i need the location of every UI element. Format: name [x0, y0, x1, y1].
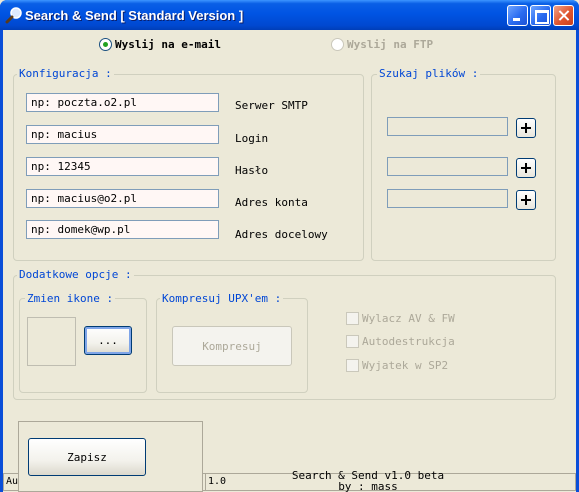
search-path-3-input[interactable]: [387, 189, 508, 208]
client-area: Wyslij na e-mail Wyslij na FTP Konfigura…: [3, 30, 576, 492]
magnifier-icon: [5, 6, 23, 24]
browse-icon-button[interactable]: ...: [84, 326, 132, 355]
option-disable-av[interactable]: Wylacz AV & FW: [346, 312, 455, 325]
radio-email-label: Wyslij na e-mail: [115, 38, 221, 51]
icon-group-title: Zmien ikone :: [25, 292, 116, 305]
extra-options-title: Dodatkowe opcje :: [17, 268, 134, 281]
search-path-2-input[interactable]: [387, 157, 508, 176]
radio-ftp-label: Wyslij na FTP: [347, 38, 434, 51]
maximize-button[interactable]: [530, 5, 551, 26]
option-disable-av-checkbox[interactable]: [346, 312, 359, 325]
window-title: Search & Send [ Standard Version ]: [25, 8, 244, 23]
app-window: Search & Send [ Standard Version ] Wysli…: [0, 0, 579, 492]
target-address-input[interactable]: np: domek@wp.pl: [26, 220, 219, 239]
minimize-button[interactable]: [507, 5, 528, 26]
radio-email-indicator[interactable]: [99, 38, 112, 51]
icon-preview: [27, 317, 76, 366]
footer-author: by : mass: [338, 480, 398, 492]
search-files-title: Szukaj plików :: [377, 67, 481, 80]
radio-ftp-indicator[interactable]: [331, 38, 344, 51]
password-input[interactable]: np: 12345: [26, 157, 219, 176]
smtp-server-label: Serwer SMTP: [235, 99, 308, 112]
account-address-input[interactable]: np: macius@o2.pl: [26, 189, 219, 208]
radio-email[interactable]: Wyslij na e-mail: [99, 38, 221, 51]
option-sp2-exception[interactable]: Wyjatek w SP2: [346, 359, 448, 372]
option-sp2-exception-label: Wyjatek w SP2: [362, 359, 449, 372]
password-label: Hasło: [235, 164, 269, 177]
close-button[interactable]: [553, 5, 574, 26]
upx-group-title: Kompresuj UPX'em :: [160, 292, 284, 305]
save-button[interactable]: Zapisz: [28, 438, 146, 476]
add-path-3-button[interactable]: [516, 190, 536, 210]
account-address-label: Adres konta: [235, 196, 308, 209]
option-disable-av-label: Wylacz AV & FW: [362, 312, 455, 325]
add-path-2-button[interactable]: [516, 158, 536, 178]
config-group-title: Konfiguracja :: [17, 67, 114, 80]
option-self-destruct[interactable]: Autodestrukcja: [346, 335, 455, 348]
compress-button[interactable]: Kompresuj: [172, 326, 292, 366]
add-path-1-button[interactable]: [516, 118, 536, 138]
radio-ftp[interactable]: Wyslij na FTP: [331, 38, 433, 51]
login-input[interactable]: np: macius: [26, 125, 219, 144]
option-self-destruct-label: Autodestrukcja: [362, 335, 455, 348]
target-address-label: Adres docelowy: [235, 228, 328, 241]
smtp-server-input[interactable]: np: poczta.o2.pl: [26, 93, 219, 112]
search-path-1-input[interactable]: [387, 117, 508, 136]
login-label: Login: [235, 132, 269, 145]
title-bar[interactable]: Search & Send [ Standard Version ]: [0, 0, 579, 30]
option-sp2-exception-checkbox[interactable]: [346, 359, 359, 372]
option-self-destruct-checkbox[interactable]: [346, 335, 359, 348]
